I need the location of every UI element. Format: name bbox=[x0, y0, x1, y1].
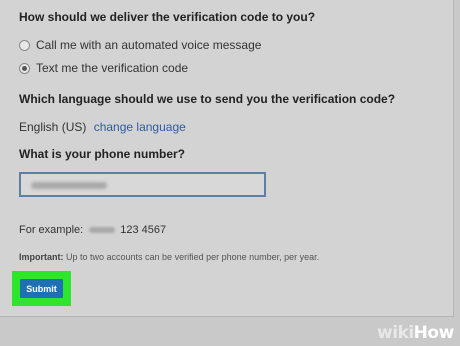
phone-example: For example: 123 4567 bbox=[19, 224, 166, 236]
radio-text-message[interactable] bbox=[19, 62, 30, 74]
important-label: Important: bbox=[19, 252, 64, 262]
submit-highlight: Submit bbox=[12, 271, 71, 306]
option-text-message-label: Text me the verification code bbox=[36, 61, 189, 75]
phone-question: What is your phone number? bbox=[19, 147, 186, 161]
language-value: English (US) bbox=[19, 120, 87, 134]
watermark-wiki: wiki bbox=[377, 323, 414, 343]
option-voice-call-label: Call me with an automated voice message bbox=[36, 38, 262, 52]
change-language-link[interactable]: change language bbox=[94, 120, 186, 134]
example-number: 123 4567 bbox=[120, 224, 167, 236]
example-redacted bbox=[89, 227, 116, 233]
important-text: Up to two accounts can be verified per p… bbox=[63, 252, 320, 262]
option-text-message[interactable]: Text me the verification code bbox=[19, 61, 188, 75]
verification-panel: How should we deliver the verification c… bbox=[0, 0, 454, 317]
important-note: Important: Up to two accounts can be ver… bbox=[19, 252, 319, 262]
example-prefix: For example: bbox=[19, 224, 84, 236]
language-row: English (US) change language bbox=[19, 120, 186, 134]
radio-voice-call[interactable] bbox=[19, 39, 30, 51]
wikihow-watermark: wikiHow bbox=[377, 323, 454, 343]
phone-number-redacted bbox=[31, 182, 107, 189]
language-question: Which language should we use to send you… bbox=[19, 92, 396, 106]
phone-number-input[interactable] bbox=[19, 172, 266, 197]
option-voice-call[interactable]: Call me with an automated voice message bbox=[19, 38, 261, 52]
delivery-question: How should we deliver the verification c… bbox=[19, 10, 316, 24]
watermark-how: How bbox=[413, 323, 455, 343]
submit-button[interactable]: Submit bbox=[20, 279, 63, 298]
